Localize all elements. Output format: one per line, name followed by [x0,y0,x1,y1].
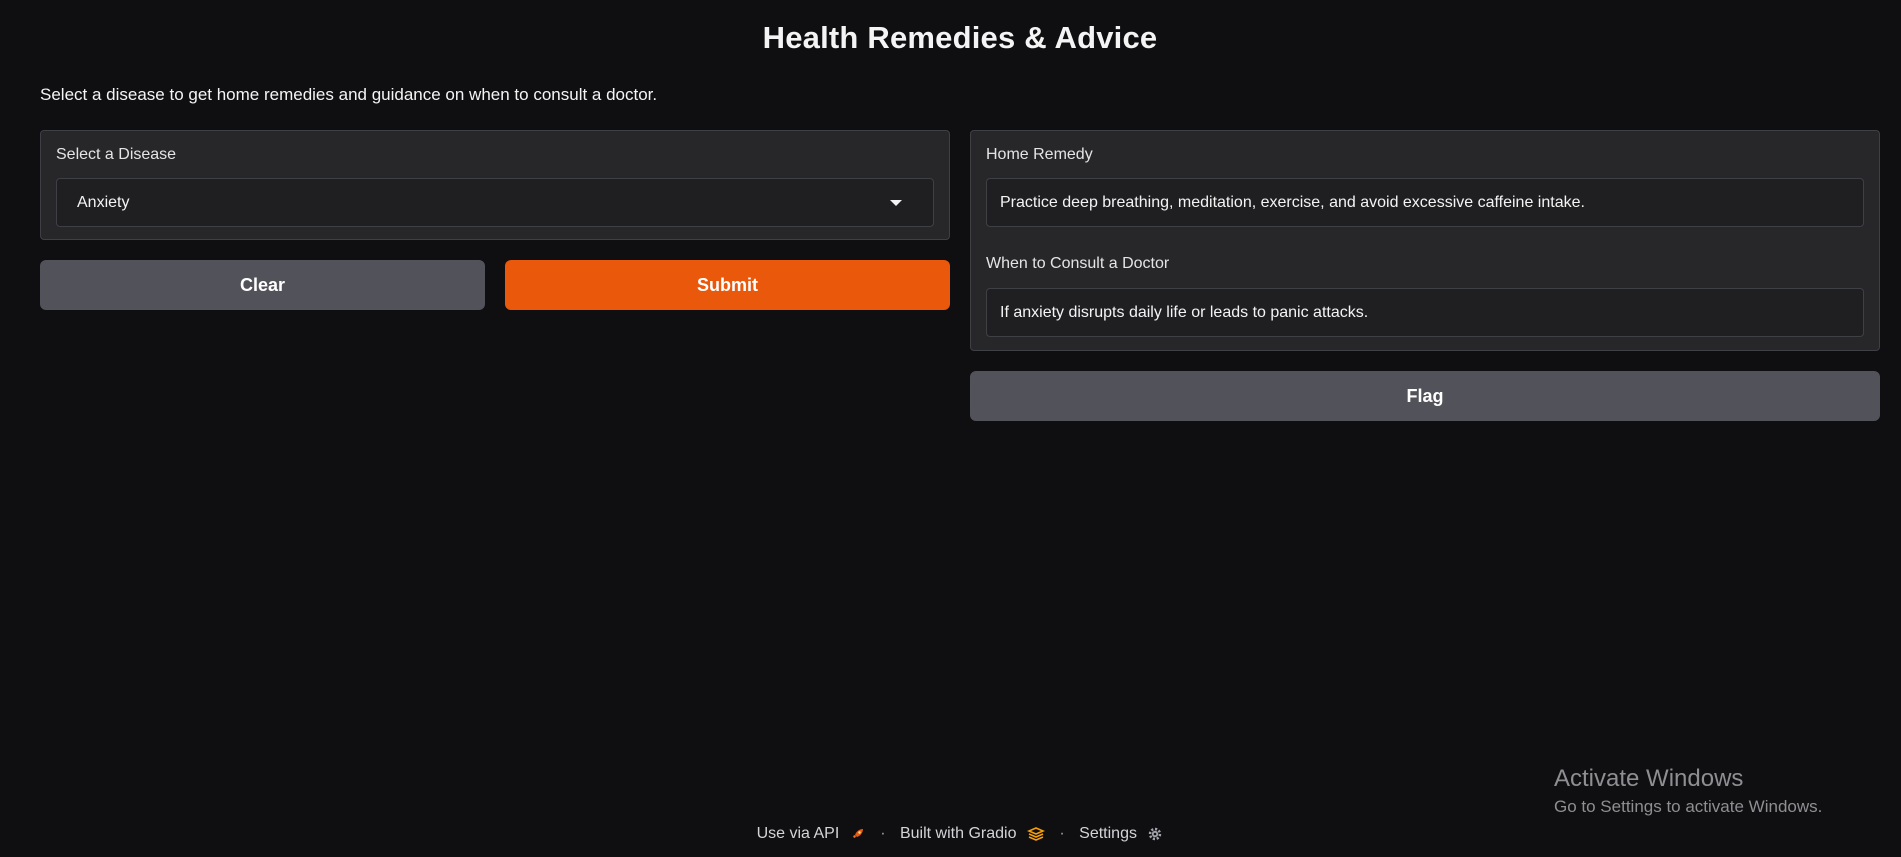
page-title: Health Remedies & Advice [762,20,1158,55]
settings-label: Settings [1079,825,1137,842]
consult-doctor-text: If anxiety disrupts daily life or leads … [1000,303,1369,321]
chevron-down-icon[interactable] [890,200,902,206]
footer-separator: · [880,825,886,843]
rocket-icon [852,829,863,838]
consult-doctor-output[interactable]: If anxiety disrupts daily life or leads … [986,288,1864,337]
home-remedy-text: Practice deep breathing, meditation, exe… [1000,193,1585,211]
gear-icon [1149,827,1162,841]
output-panel: Home Remedy Practice deep breathing, med… [970,130,1880,351]
footer-separator: · [1059,825,1065,843]
footer: Use via API · Built with Gradio · Settin… [0,825,1901,843]
use-via-api-label: Use via API [756,825,840,842]
use-via-api-link[interactable]: Use via API [757,825,866,843]
built-with-gradio-link[interactable]: Built with Gradio [900,825,1045,843]
watermark-title: Activate Windows [1554,765,1744,792]
watermark-subtitle: Go to Settings to activate Windows. [1554,797,1823,816]
activate-windows-watermark: Activate Windows Go to Settings to activ… [1554,765,1822,817]
flag-button[interactable]: Flag [970,371,1880,421]
app-page: Health Remedies & Advice Select a diseas… [0,0,1901,857]
submit-button[interactable]: Submit [505,260,950,310]
disease-dropdown[interactable]: Anxiety [56,178,934,227]
disease-select-label: Select a Disease [56,146,177,163]
built-with-gradio-label: Built with Gradio [899,825,1017,842]
home-remedy-label: Home Remedy [986,146,1093,163]
page-description: Select a disease to get home remedies an… [40,85,658,104]
consult-doctor-label: When to Consult a Doctor [986,255,1170,272]
disease-dropdown-value: Anxiety [77,193,130,211]
gradio-logo-icon [1026,827,1045,841]
clear-button[interactable]: Clear [40,260,485,310]
home-remedy-output[interactable]: Practice deep breathing, meditation, exe… [986,178,1864,227]
settings-link[interactable]: Settings [1079,825,1163,843]
disease-input-panel: Select a Disease Anxiety [40,130,950,240]
